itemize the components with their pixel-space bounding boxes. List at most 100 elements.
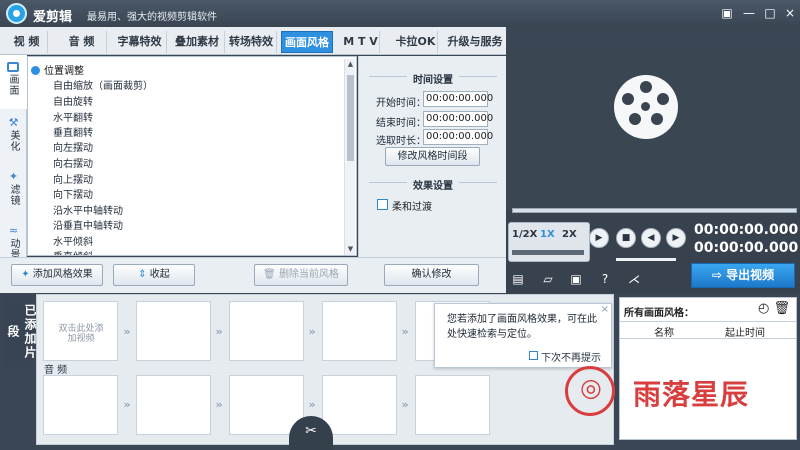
effect-item[interactable]: 自由旋转 <box>53 93 93 108</box>
soft-transition-checkbox[interactable] <box>377 199 388 210</box>
effect-group-label: 位置调整 <box>44 66 84 77</box>
scroll-thumb[interactable] <box>347 75 354 161</box>
minimize-button[interactable]: — <box>739 3 759 23</box>
effect-item[interactable]: 水平翻转 <box>53 109 93 124</box>
end-time-input[interactable]: 00:00:00.000 <box>423 111 493 127</box>
add-effect-label: 添加风格效果 <box>32 269 93 280</box>
tab-video[interactable]: 视 频 <box>6 31 48 53</box>
all-effects-title: 所有画面风格： <box>624 308 694 319</box>
snapshot-icon[interactable]: ▤ <box>510 271 526 287</box>
video-clip-slot[interactable] <box>136 301 211 361</box>
film-reel-icon <box>614 75 678 139</box>
vtab-beautify[interactable]: ⚒ 美化 <box>0 111 27 165</box>
audio-clip-slot[interactable] <box>415 375 490 435</box>
modify-time-button[interactable]: 修改风格时间段 <box>385 147 480 166</box>
duration-input[interactable]: 00:00:00.000 <box>423 129 493 145</box>
audio-clip-slot[interactable] <box>136 375 211 435</box>
scroll-down-icon[interactable]: ▼ <box>347 246 354 253</box>
video-clip-slot[interactable] <box>229 301 304 361</box>
effect-item[interactable]: 沿垂直中轴转动 <box>53 217 123 232</box>
effect-item[interactable]: 垂直翻转 <box>53 124 93 139</box>
effect-item[interactable]: 垂直倾斜 <box>53 248 93 255</box>
audio-clip-slot[interactable] <box>43 375 118 435</box>
export-label: 导出视频 <box>726 268 775 282</box>
confirm-modify-button[interactable]: 确认修改 <box>384 264 479 286</box>
video-clip-slot[interactable]: 双击此处添加视频 <box>43 301 118 361</box>
effect-item[interactable]: 向下摆动 <box>53 186 93 201</box>
speed-normal[interactable]: 1X <box>540 229 555 240</box>
locate-icon[interactable]: ◴ <box>758 301 769 316</box>
effect-item[interactable]: 水平倾斜 <box>53 233 93 248</box>
name-column-header: 名称 <box>654 328 674 339</box>
end-time-label: 结束时间： <box>376 118 426 129</box>
help-icon[interactable]: ? <box>597 271 613 287</box>
volume-slider[interactable] <box>616 258 676 261</box>
total-time: 00:00:00.000 <box>694 240 799 256</box>
export-video-button[interactable]: ⇨ 导出视频 <box>691 263 795 288</box>
tab-karaoke[interactable]: 卡拉OK <box>394 31 438 53</box>
vtab-filter[interactable]: ✦ 滤镜 <box>0 165 27 219</box>
video-clip-slot[interactable] <box>322 301 397 361</box>
vtab-picture[interactable]: 画面 <box>0 55 27 109</box>
effect-item[interactable]: 沿水平中轴转动 <box>53 202 123 217</box>
app-name: 爱剪辑 <box>33 10 73 25</box>
delete-icon[interactable]: 🗑 <box>773 301 790 316</box>
tab-subtitle-effects[interactable]: 字幕特效 <box>113 31 167 53</box>
effect-group-header[interactable]: 位置调整 <box>31 62 131 77</box>
start-time-input[interactable]: 00:00:00.000 <box>423 91 493 107</box>
stop-icon[interactable]: ■ <box>616 228 636 248</box>
effect-settings-title: 效果设置 <box>413 181 453 192</box>
skin-icon[interactable]: ▣ <box>717 3 737 23</box>
tab-picture-style[interactable]: 画面风格 <box>281 31 333 53</box>
speed-double[interactable]: 2X <box>562 229 577 240</box>
tab-transition-effects[interactable]: 转场特效 <box>226 31 277 53</box>
tooltip-text: 您若添加了画面风格效果，可在此处快速检索与定位。 <box>447 314 597 340</box>
audio-clip-slot[interactable] <box>322 375 397 435</box>
effect-item[interactable]: 向左摆动 <box>53 139 93 154</box>
no-remind-checkbox[interactable] <box>529 351 538 360</box>
effect-tooltip: × 您若添加了画面风格效果，可在此处快速检索与定位。 下次不再提示 <box>434 303 612 368</box>
no-remind-label: 下次不再提示 <box>541 353 601 364</box>
add-effect-button[interactable]: ✦ 添加风格效果 <box>11 264 103 286</box>
tab-upgrade-service[interactable]: 升级与服务 <box>446 31 504 53</box>
delete-current-effect-button[interactable]: 🗑 删除当前风格 <box>254 264 348 286</box>
previous-frame-icon[interactable]: ◀ <box>641 228 661 248</box>
transition-arrow-icon: » <box>215 325 223 338</box>
duration-label: 选取时长： <box>376 136 426 147</box>
close-button[interactable]: × <box>780 3 800 23</box>
reel-center <box>641 102 650 111</box>
time-column-header: 起止时间 <box>725 328 765 339</box>
tab-overlay-materials[interactable]: 叠加素材 <box>170 31 225 53</box>
audio-arrow-icon: » <box>215 398 223 411</box>
play-icon[interactable]: ▶ <box>589 228 609 248</box>
transition-arrow-icon: » <box>123 325 131 338</box>
speed-half[interactable]: 1/2X <box>512 229 537 240</box>
collapse-button[interactable]: ⇕ 收起 <box>113 264 195 286</box>
vtab-label: 美化 <box>8 130 19 152</box>
open-folder-icon[interactable]: ▱ <box>540 271 556 287</box>
add-video-placeholder: 双击此处添加视频 <box>58 324 104 344</box>
added-clips-tab[interactable]: 已添加片段 <box>5 297 37 367</box>
collapse-icon[interactable] <box>31 66 40 75</box>
all-effects-header: 名称 起止时间 <box>620 321 796 339</box>
main-tabs: 视 频 音 频 字幕特效 叠加素材 转场特效 画面风格 M T V 卡拉OK 升… <box>0 27 506 55</box>
effect-item[interactable]: 向右摆动 <box>53 155 93 170</box>
effect-item[interactable]: 向上摆动 <box>53 171 93 186</box>
collapse-label: 收起 <box>149 269 170 280</box>
speed-selector: 1/2X 1X 2X <box>508 222 590 262</box>
speed-slider[interactable] <box>512 250 584 255</box>
tab-audio[interactable]: 音 频 <box>57 31 107 53</box>
maximize-button[interactable]: □ <box>760 3 780 23</box>
save-icon[interactable]: ▣ <box>568 271 584 287</box>
all-effects-actions: ◴ 🗑 <box>758 301 790 316</box>
added-clips-label: 已添加片段 <box>6 304 37 360</box>
transition-arrow-icon: » <box>401 325 409 338</box>
effect-item[interactable]: 自由缩放（画面裁剪） <box>53 77 153 92</box>
progress-bar[interactable] <box>512 208 797 213</box>
share-icon[interactable]: ⋌ <box>626 271 642 287</box>
effect-list-scrollbar[interactable]: ▲ ▼ <box>344 59 355 255</box>
scroll-up-icon[interactable]: ▲ <box>347 61 354 68</box>
tab-mtv[interactable]: M T V <box>342 31 380 53</box>
next-frame-icon[interactable]: ▶ <box>666 228 686 248</box>
title-bar: 爱剪辑 最易用、强大的视频剪辑软件 ▣ — □ × <box>0 0 800 27</box>
